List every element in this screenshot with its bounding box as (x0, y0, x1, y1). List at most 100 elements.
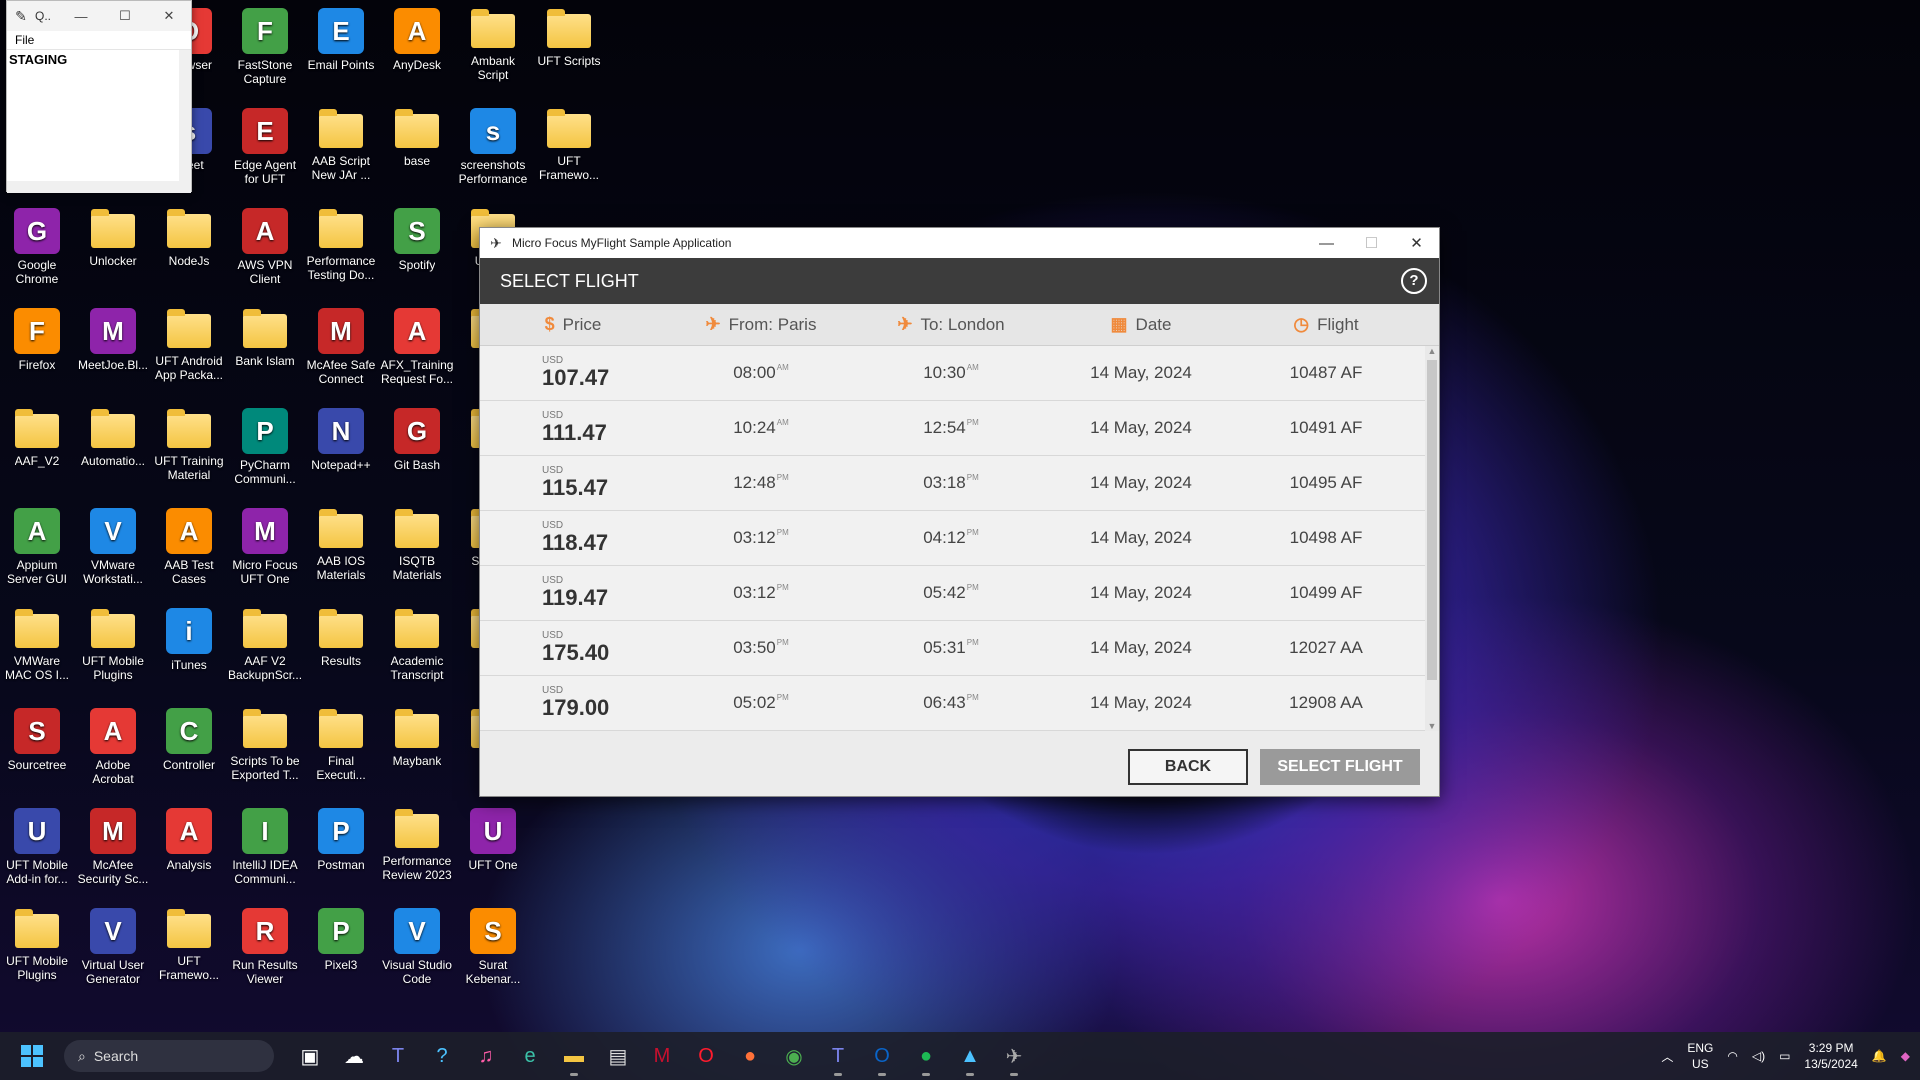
flight-row[interactable]: USD 115.47 12:48PM 03:18PM 14 May, 2024 10495… (480, 456, 1439, 511)
desktop-icon[interactable]: M Micro Focus UFT One (228, 500, 302, 596)
desktop-icon[interactable]: NodeJs (152, 200, 226, 296)
opera-icon[interactable]: O (684, 1034, 728, 1078)
teams-new-icon[interactable]: T (816, 1034, 860, 1078)
desktop-icon[interactable]: A AFX_Training Request Fo... (380, 300, 454, 396)
help-button[interactable]: ? (1401, 268, 1427, 294)
desktop-icon[interactable]: UFT Mobile Plugins (0, 900, 74, 996)
desktop-icon[interactable]: S Surat Kebenar... (456, 900, 530, 996)
desktop-icon[interactable]: E Edge Agent for UFT (228, 100, 302, 196)
maximize-button[interactable]: ☐ (1349, 234, 1394, 252)
myflight-taskbar-icon[interactable]: ✈ (992, 1034, 1036, 1078)
close-button[interactable]: ✕ (1394, 234, 1439, 252)
scroll-up-icon[interactable]: ▲ (1425, 346, 1439, 356)
flight-row[interactable]: USD 107.47 08:00AM 10:30AM 14 May, 2024 10487… (480, 346, 1439, 401)
desktop-icon[interactable]: UFT Scripts (532, 0, 606, 96)
column-to[interactable]: ✈ To: London (856, 314, 1046, 335)
desktop-icon[interactable]: ISQTB Materials (380, 500, 454, 596)
desktop-icon[interactable]: Ambank Script (456, 0, 530, 96)
desktop-icon[interactable]: V Virtual User Generator (76, 900, 150, 996)
column-flight[interactable]: ◷ Flight (1236, 314, 1416, 335)
desktop-icon[interactable]: s screenshots Performance (456, 100, 530, 196)
desktop-icon[interactable]: F Firefox (0, 300, 74, 396)
desktop-icon[interactable]: A Adobe Acrobat (76, 700, 150, 796)
desktop-icon[interactable]: M MeetJoe.Bl... (76, 300, 150, 396)
desktop-icon[interactable]: P PyCharm Communi... (228, 400, 302, 496)
desktop-icon[interactable]: S Sourcetree (0, 700, 74, 796)
desktop-icon[interactable]: P Pixel3 (304, 900, 378, 996)
desktop-icon[interactable]: Performance Testing Do... (304, 200, 378, 296)
menu-file[interactable]: File (7, 31, 191, 49)
task-view-icon[interactable]: ▣ (288, 1034, 332, 1078)
column-from[interactable]: ✈ From: Paris (666, 314, 856, 335)
desktop-icon[interactable]: M McAfee Security Sc... (76, 800, 150, 896)
desktop-icon[interactable]: M McAfee Safe Connect (304, 300, 378, 396)
app-titlebar[interactable]: ✈ Micro Focus MyFlight Sample Applicatio… (480, 228, 1439, 258)
horizontal-scrollbar[interactable] (7, 181, 191, 193)
battery-icon[interactable]: ▭ (1779, 1049, 1790, 1063)
minimize-button[interactable]: — (59, 9, 103, 24)
desktop-icon[interactable]: base (380, 100, 454, 196)
desktop-icon[interactable]: Scripts To be Exported T... (228, 700, 302, 796)
desktop-icon[interactable]: P Postman (304, 800, 378, 896)
column-date[interactable]: ▦ Date (1046, 314, 1236, 335)
desktop-icon[interactable]: i iTunes (152, 600, 226, 696)
desktop-icon[interactable]: R Run Results Viewer (228, 900, 302, 996)
desktop-icon[interactable]: E Email Points (304, 0, 378, 96)
store-icon[interactable]: ▤ (596, 1034, 640, 1078)
desktop-icon[interactable]: U UFT Mobile Add-in for... (0, 800, 74, 896)
desktop-icon[interactable]: UFT Training Material (152, 400, 226, 496)
flight-row[interactable]: USD 118.47 03:12PM 04:12PM 14 May, 2024 10498… (480, 511, 1439, 566)
desktop-icon[interactable]: G Google Chrome (0, 200, 74, 296)
desktop-icon[interactable]: A Analysis (152, 800, 226, 896)
volume-icon[interactable]: ◁) (1752, 1049, 1765, 1063)
desktop-icon[interactable]: VMWare MAC OS I... (0, 600, 74, 696)
chevron-up-icon[interactable]: ︿ (1661, 1048, 1673, 1065)
desktop-icon[interactable]: C Controller (152, 700, 226, 796)
desktop-icon[interactable]: A AAB Test Cases (152, 500, 226, 596)
desktop-icon[interactable]: AAB IOS Materials (304, 500, 378, 596)
scroll-down-icon[interactable]: ▼ (1425, 721, 1439, 731)
desktop-icon[interactable]: AAF V2 BackupnScr... (228, 600, 302, 696)
desktop-icon[interactable]: Final Executi... (304, 700, 378, 796)
maximize-button[interactable]: ☐ (103, 8, 147, 24)
edge-icon[interactable]: e (508, 1034, 552, 1078)
flight-row[interactable]: USD 175.40 03:50PM 05:31PM 14 May, 2024 12027… (480, 621, 1439, 676)
flight-row[interactable]: USD 179.00 05:02PM 06:43PM 14 May, 2024 12908… (480, 676, 1439, 731)
desktop-icon[interactable]: AAF_V2 (0, 400, 74, 496)
desktop-icon[interactable]: A AWS VPN Client (228, 200, 302, 296)
desktop-icon[interactable]: A AnyDesk (380, 0, 454, 96)
copilot-icon[interactable]: ◆ (1901, 1049, 1910, 1063)
itunes-icon[interactable]: ♫ (464, 1034, 508, 1078)
desktop-icon[interactable]: A Appium Server GUI (0, 500, 74, 596)
help-icon[interactable]: ? (420, 1034, 464, 1078)
back-button[interactable]: BACK (1128, 749, 1248, 785)
desktop-icon[interactable]: UFT Android App Packa... (152, 300, 226, 396)
desktop-icon[interactable]: F FastStone Capture (228, 0, 302, 96)
desktop-icon[interactable]: Academic Transcript (380, 600, 454, 696)
vertical-scrollbar[interactable] (179, 50, 191, 181)
notepad-titlebar[interactable]: ✎ Q.. — ☐ ✕ (7, 1, 191, 31)
desktop-icon[interactable]: G Git Bash (380, 400, 454, 496)
desktop-icon[interactable]: UFT Mobile Plugins (76, 600, 150, 696)
clock[interactable]: 3:29 PM 13/5/2024 (1804, 1040, 1857, 1072)
scrollbar-thumb[interactable] (1427, 360, 1437, 680)
notification-icon[interactable]: 🔔 (1872, 1049, 1887, 1063)
mcafee-icon[interactable]: M (640, 1034, 684, 1078)
uft-one-icon[interactable]: ▲ (948, 1034, 992, 1078)
list-scrollbar[interactable]: ▲ ▼ (1425, 346, 1439, 731)
close-button[interactable]: ✕ (147, 8, 191, 24)
desktop-icon[interactable]: U UFT One (456, 800, 530, 896)
desktop-icon[interactable]: UFT Framewo... (152, 900, 226, 996)
desktop-icon[interactable]: Automatio... (76, 400, 150, 496)
minimize-button[interactable]: — (1304, 235, 1349, 252)
desktop-icon[interactable]: Maybank (380, 700, 454, 796)
desktop-icon[interactable]: S Spotify (380, 200, 454, 296)
outlook-icon[interactable]: O (860, 1034, 904, 1078)
select-flight-button[interactable]: SELECT FLIGHT (1260, 749, 1420, 785)
desktop-icon[interactable]: V Visual Studio Code (380, 900, 454, 996)
flight-row[interactable]: USD 111.47 10:24AM 12:54PM 14 May, 2024 10491… (480, 401, 1439, 456)
flight-row[interactable]: USD 119.47 03:12PM 05:42PM 14 May, 2024 10499… (480, 566, 1439, 621)
desktop-icon[interactable]: Results (304, 600, 378, 696)
wifi-icon[interactable]: ◠ (1727, 1049, 1737, 1063)
file-explorer-icon[interactable]: ▬ (552, 1034, 596, 1078)
